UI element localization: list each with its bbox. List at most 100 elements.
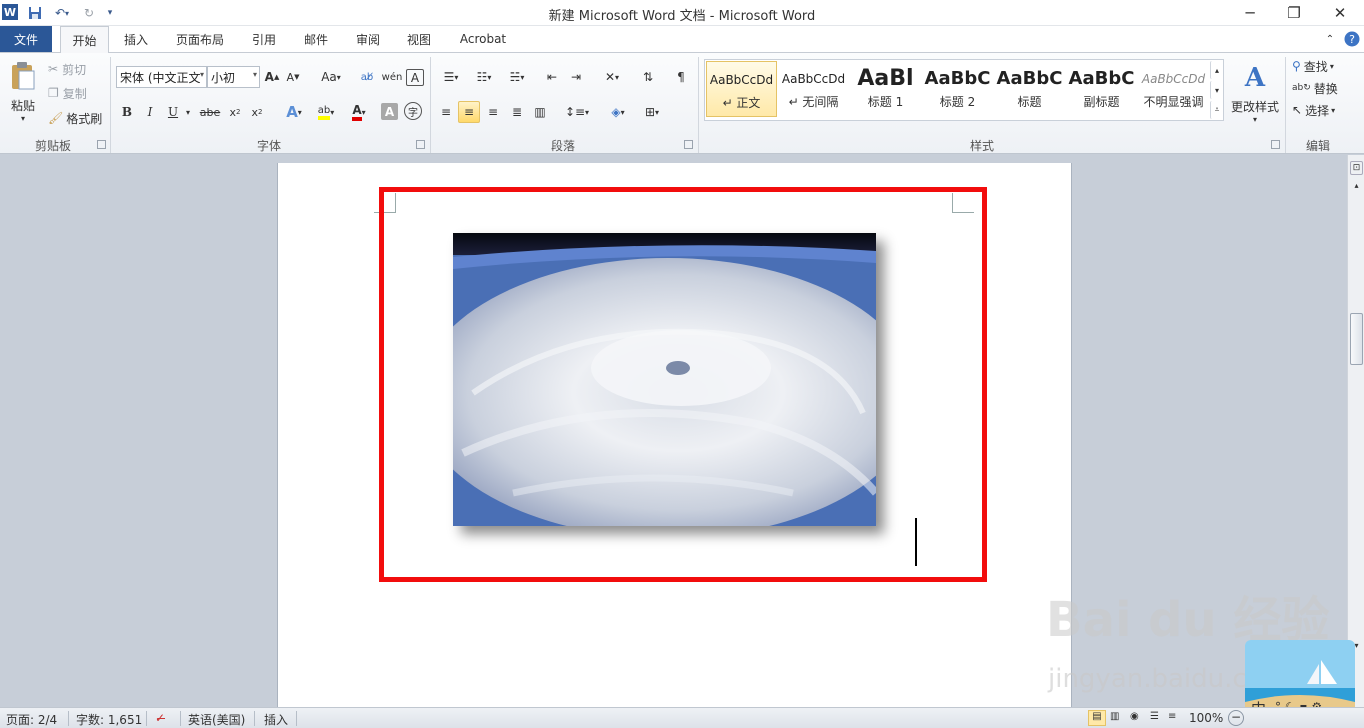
italic-button[interactable]: I bbox=[141, 102, 159, 122]
proofing-icon[interactable]: ✓̶ bbox=[155, 711, 165, 725]
tab-acrobat[interactable]: Acrobat bbox=[452, 26, 514, 52]
word-count[interactable]: 字数: 1,651 bbox=[76, 711, 142, 728]
vertical-scrollbar[interactable]: ⊡ ▴ ▾ bbox=[1347, 155, 1364, 707]
title-bar: 新建 Microsoft Word 文档 - Microsoft Word W … bbox=[0, 0, 1364, 26]
style-subtle-emphasis[interactable]: AaBbCcDd 不明显强调 bbox=[1138, 61, 1209, 117]
status-separator bbox=[296, 711, 297, 726]
styles-scroll-down-icon[interactable]: ▾ bbox=[1210, 81, 1223, 99]
status-separator bbox=[254, 711, 255, 726]
style-heading-1[interactable]: AaBl 标题 1 bbox=[850, 61, 921, 117]
show-marks-icon[interactable]: ¶ bbox=[672, 67, 690, 87]
character-shading-icon[interactable]: A bbox=[381, 103, 398, 120]
font-launcher-icon[interactable] bbox=[416, 140, 425, 149]
tab-mailings[interactable]: 邮件 bbox=[295, 26, 337, 52]
tab-references[interactable]: 引用 bbox=[243, 26, 285, 52]
font-size-combo[interactable]: 小初 ▾ bbox=[207, 66, 260, 88]
chinese-layout-icon[interactable]: ✕ ▾ bbox=[598, 67, 626, 87]
line-spacing-icon[interactable]: ↕≡ ▾ bbox=[563, 102, 591, 122]
borders-icon[interactable]: ⊞ ▾ bbox=[638, 102, 666, 122]
word-app-icon[interactable]: W bbox=[2, 4, 18, 20]
copy-button[interactable]: ❐ 复制 bbox=[48, 83, 98, 103]
redo-icon[interactable]: ↻ bbox=[80, 3, 98, 23]
style-title[interactable]: AaBbC 标题 bbox=[994, 61, 1065, 117]
close-button[interactable]: ✕ bbox=[1318, 0, 1362, 26]
outline-view-icon[interactable]: ☰ bbox=[1150, 711, 1159, 722]
ruler-toggle-icon[interactable]: ⊡ bbox=[1350, 161, 1363, 175]
tab-file[interactable]: 文件 bbox=[0, 26, 52, 52]
justify-icon[interactable]: ≣ bbox=[508, 102, 526, 122]
distributed-icon[interactable]: ▥ bbox=[531, 102, 549, 122]
grow-font-icon[interactable]: A ▲ bbox=[264, 67, 280, 87]
subscript-icon[interactable]: x2 bbox=[226, 102, 244, 122]
clipboard-launcher-icon[interactable] bbox=[97, 140, 106, 149]
style-no-spacing[interactable]: AaBbCcDd ↵ 无间隔 bbox=[778, 61, 849, 117]
paste-button[interactable]: 粘贴 ▾ bbox=[6, 57, 40, 127]
bullets-icon[interactable]: ☰ ▾ bbox=[437, 67, 465, 87]
status-separator bbox=[146, 711, 147, 726]
bold-button[interactable]: B bbox=[118, 102, 136, 122]
replace-icon: ab↻ bbox=[1292, 83, 1311, 93]
change-styles-button[interactable]: A 更改样式 ▾ bbox=[1228, 57, 1282, 129]
align-left-icon[interactable]: ≡ bbox=[437, 102, 455, 122]
underline-dropdown-icon[interactable]: ▾ bbox=[183, 102, 193, 122]
increase-indent-icon[interactable]: ⇥ bbox=[567, 67, 585, 87]
align-right-icon[interactable]: ≡ bbox=[484, 102, 502, 122]
styles-more-icon[interactable]: ⩡ bbox=[1210, 101, 1223, 119]
change-case-button[interactable]: Aa ▾ bbox=[317, 67, 345, 87]
print-layout-view-icon[interactable]: ▤ bbox=[1088, 710, 1106, 726]
style-subtitle[interactable]: AaBbC 副标题 bbox=[1066, 61, 1137, 117]
sort-icon[interactable]: ⇅ bbox=[638, 67, 658, 87]
tab-page-layout[interactable]: 页面布局 bbox=[166, 26, 234, 52]
find-button[interactable]: ⚲ 查找 ▾ bbox=[1292, 56, 1350, 76]
undo-icon[interactable]: ↶ ▾ bbox=[48, 3, 76, 23]
draft-view-icon[interactable]: ≡ bbox=[1168, 711, 1176, 722]
shrink-font-icon[interactable]: A ▼ bbox=[285, 67, 301, 87]
tab-insert[interactable]: 插入 bbox=[115, 26, 157, 52]
change-styles-icon: A bbox=[1244, 63, 1266, 92]
maximize-button[interactable]: ❐ bbox=[1272, 0, 1316, 26]
enclose-characters-icon[interactable]: 字 bbox=[404, 102, 422, 120]
styles-group-label: 样式 bbox=[969, 139, 994, 153]
insert-mode-indicator[interactable]: 插入 bbox=[264, 711, 288, 728]
character-border-icon[interactable]: A bbox=[406, 69, 424, 86]
minimize-button[interactable]: ─ bbox=[1228, 0, 1272, 26]
scroll-up-icon[interactable]: ▴ bbox=[1350, 179, 1363, 191]
scroll-thumb[interactable] bbox=[1350, 313, 1363, 365]
styles-scroll-up-icon[interactable]: ▴ bbox=[1210, 61, 1223, 79]
superscript-icon[interactable]: x2 bbox=[248, 102, 266, 122]
underline-button[interactable]: U bbox=[164, 102, 182, 122]
zoom-out-icon[interactable]: − bbox=[1228, 710, 1244, 726]
font-color-icon[interactable]: A ▾ bbox=[344, 102, 374, 122]
align-center-icon[interactable]: ≡ bbox=[458, 101, 480, 123]
language-indicator[interactable]: 英语(美国) bbox=[188, 711, 245, 728]
decrease-indent-icon[interactable]: ⇤ bbox=[543, 67, 561, 87]
text-effects-icon[interactable]: A ▾ bbox=[280, 102, 308, 122]
numbering-icon[interactable]: ☷ ▾ bbox=[470, 67, 498, 87]
page-indicator[interactable]: 页面: 2/4 bbox=[6, 711, 57, 728]
tab-home[interactable]: 开始 bbox=[60, 26, 109, 53]
shading-icon[interactable]: ◈ ▾ bbox=[603, 102, 633, 122]
font-name-combo[interactable]: 宋体 (中文正文 ▾ bbox=[116, 66, 207, 88]
clear-formatting-icon[interactable]: ab̸ bbox=[358, 67, 376, 87]
paragraph-launcher-icon[interactable] bbox=[684, 140, 693, 149]
tab-view[interactable]: 视图 bbox=[398, 26, 440, 52]
phonetic-guide-icon[interactable]: wén bbox=[381, 67, 403, 87]
format-painter-button[interactable]: 🖌 格式刷 bbox=[48, 108, 108, 128]
help-icon[interactable]: ? bbox=[1342, 26, 1362, 52]
zoom-level[interactable]: 100% bbox=[1189, 711, 1223, 725]
cut-button[interactable]: ✂ 剪切 bbox=[48, 59, 98, 79]
style-normal[interactable]: AaBbCcDd ↵ 正文 bbox=[706, 61, 777, 117]
styles-launcher-icon[interactable] bbox=[1271, 140, 1280, 149]
select-button[interactable]: ↖ 选择 ▾ bbox=[1292, 100, 1350, 120]
web-layout-icon[interactable]: ◉ bbox=[1130, 711, 1139, 722]
highlight-color-icon[interactable]: ab ▾ bbox=[311, 102, 341, 122]
replace-button[interactable]: ab↻ 替换 bbox=[1292, 78, 1342, 98]
customize-qat-icon[interactable]: ▾ bbox=[103, 3, 117, 23]
save-icon[interactable] bbox=[26, 3, 44, 23]
full-screen-reading-icon[interactable]: ▥ bbox=[1110, 711, 1119, 722]
multilevel-list-icon[interactable]: ☵ ▾ bbox=[503, 67, 531, 87]
collapse-ribbon-icon[interactable]: ⌃ bbox=[1322, 26, 1338, 52]
tab-review[interactable]: 审阅 bbox=[347, 26, 389, 52]
style-heading-2[interactable]: AaBbC 标题 2 bbox=[922, 61, 993, 117]
strikethrough-button[interactable]: abe bbox=[199, 102, 221, 122]
